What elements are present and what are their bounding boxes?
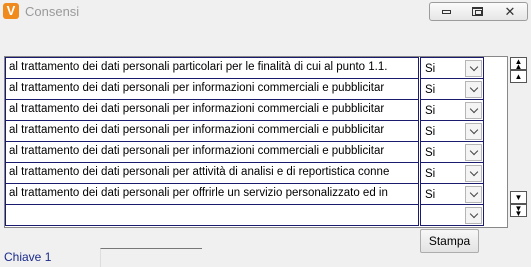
consent-text-cell[interactable]: al trattamento dei dati personali per in… bbox=[5, 141, 419, 163]
consent-value: Si bbox=[425, 147, 436, 159]
dropdown-arrow-icon[interactable] bbox=[465, 81, 482, 98]
consent-row: al trattamento dei dati personali per in… bbox=[5, 99, 507, 121]
close-icon: ✕ bbox=[504, 4, 516, 19]
consent-text-cell[interactable] bbox=[5, 204, 419, 226]
dropdown-arrow-icon[interactable] bbox=[465, 165, 482, 182]
scroll-bottom-icon: ▼ ▼ bbox=[514, 203, 523, 218]
consent-value: Si bbox=[425, 63, 436, 75]
consent-value: Si bbox=[425, 126, 436, 138]
consent-value: Si bbox=[425, 84, 436, 96]
consent-row: al trattamento dei dati personali per in… bbox=[5, 141, 507, 163]
minimize-button[interactable] bbox=[429, 2, 463, 21]
maximize-icon bbox=[472, 7, 483, 16]
consent-value: Si bbox=[425, 105, 436, 117]
consent-row: al trattamento dei dati personali partic… bbox=[5, 57, 507, 79]
consent-text-cell[interactable]: al trattamento dei dati personali partic… bbox=[5, 57, 419, 79]
close-button[interactable]: ✕ bbox=[493, 2, 528, 21]
consent-row-empty bbox=[5, 204, 507, 226]
consent-row: al trattamento dei dati personali per at… bbox=[5, 162, 507, 184]
consent-row: al trattamento dei dati personali per in… bbox=[5, 120, 507, 142]
consent-text-cell[interactable]: al trattamento dei dati personali per at… bbox=[5, 162, 419, 184]
scroll-top-icon: ▲ ▲ bbox=[514, 56, 523, 71]
dropdown-arrow-icon[interactable] bbox=[465, 186, 482, 203]
dropdown-arrow-icon[interactable] bbox=[465, 207, 482, 224]
scroll-down-button[interactable]: ▼ bbox=[510, 191, 527, 204]
minimize-icon bbox=[441, 9, 451, 14]
dropdown-arrow-icon[interactable] bbox=[465, 123, 482, 140]
scroll-top-button[interactable]: ▲ ▲ bbox=[510, 57, 527, 70]
consent-text-cell[interactable]: al trattamento dei dati personali per in… bbox=[5, 99, 419, 121]
consent-value: Si bbox=[425, 189, 436, 201]
consent-value-select[interactable]: Si bbox=[420, 120, 484, 142]
consent-row: al trattamento dei dati personali per of… bbox=[5, 183, 507, 205]
maximize-button[interactable] bbox=[462, 2, 494, 21]
consents-grid: al trattamento dei dati personali partic… bbox=[4, 56, 508, 228]
scroll-up-button[interactable]: ▲ bbox=[510, 70, 527, 83]
consent-value-select[interactable]: Si bbox=[420, 141, 484, 163]
app-icon: V bbox=[3, 3, 19, 19]
consent-value-select[interactable]: Si bbox=[420, 162, 484, 184]
consent-value: Si bbox=[425, 168, 436, 180]
scroll-bottom-button[interactable]: ▼ ▼ bbox=[510, 204, 527, 217]
chiave-label: Chiave 1 bbox=[4, 250, 52, 264]
chiave-field[interactable] bbox=[100, 248, 202, 267]
scroll-up-icon: ▲ bbox=[514, 71, 523, 81]
dropdown-arrow-icon[interactable] bbox=[465, 102, 482, 119]
consent-value-select[interactable]: Si bbox=[420, 99, 484, 121]
dropdown-arrow-icon[interactable] bbox=[465, 144, 482, 161]
consent-text-cell[interactable]: al trattamento dei dati personali per in… bbox=[5, 78, 419, 100]
consent-value-select[interactable] bbox=[420, 204, 484, 226]
consent-text-cell[interactable]: al trattamento dei dati personali per of… bbox=[5, 183, 419, 205]
consent-value-select[interactable]: Si bbox=[420, 183, 484, 205]
dropdown-arrow-icon[interactable] bbox=[465, 60, 482, 77]
consent-text-cell[interactable]: al trattamento dei dati personali per in… bbox=[5, 120, 419, 142]
consent-value-select[interactable]: Si bbox=[420, 78, 484, 100]
consent-row: al trattamento dei dati personali per in… bbox=[5, 78, 507, 100]
title-bar[interactable]: V Consensi ✕ bbox=[0, 0, 531, 25]
scroll-down-icon: ▼ bbox=[514, 192, 523, 202]
consent-value-select[interactable]: Si bbox=[420, 57, 484, 79]
vertical-scrollbar[interactable]: ▲ ▲ ▲ ▼ ▼ ▼ bbox=[510, 56, 527, 218]
stampa-button[interactable]: Stampa bbox=[420, 229, 479, 253]
window-title: Consensi bbox=[25, 4, 80, 19]
